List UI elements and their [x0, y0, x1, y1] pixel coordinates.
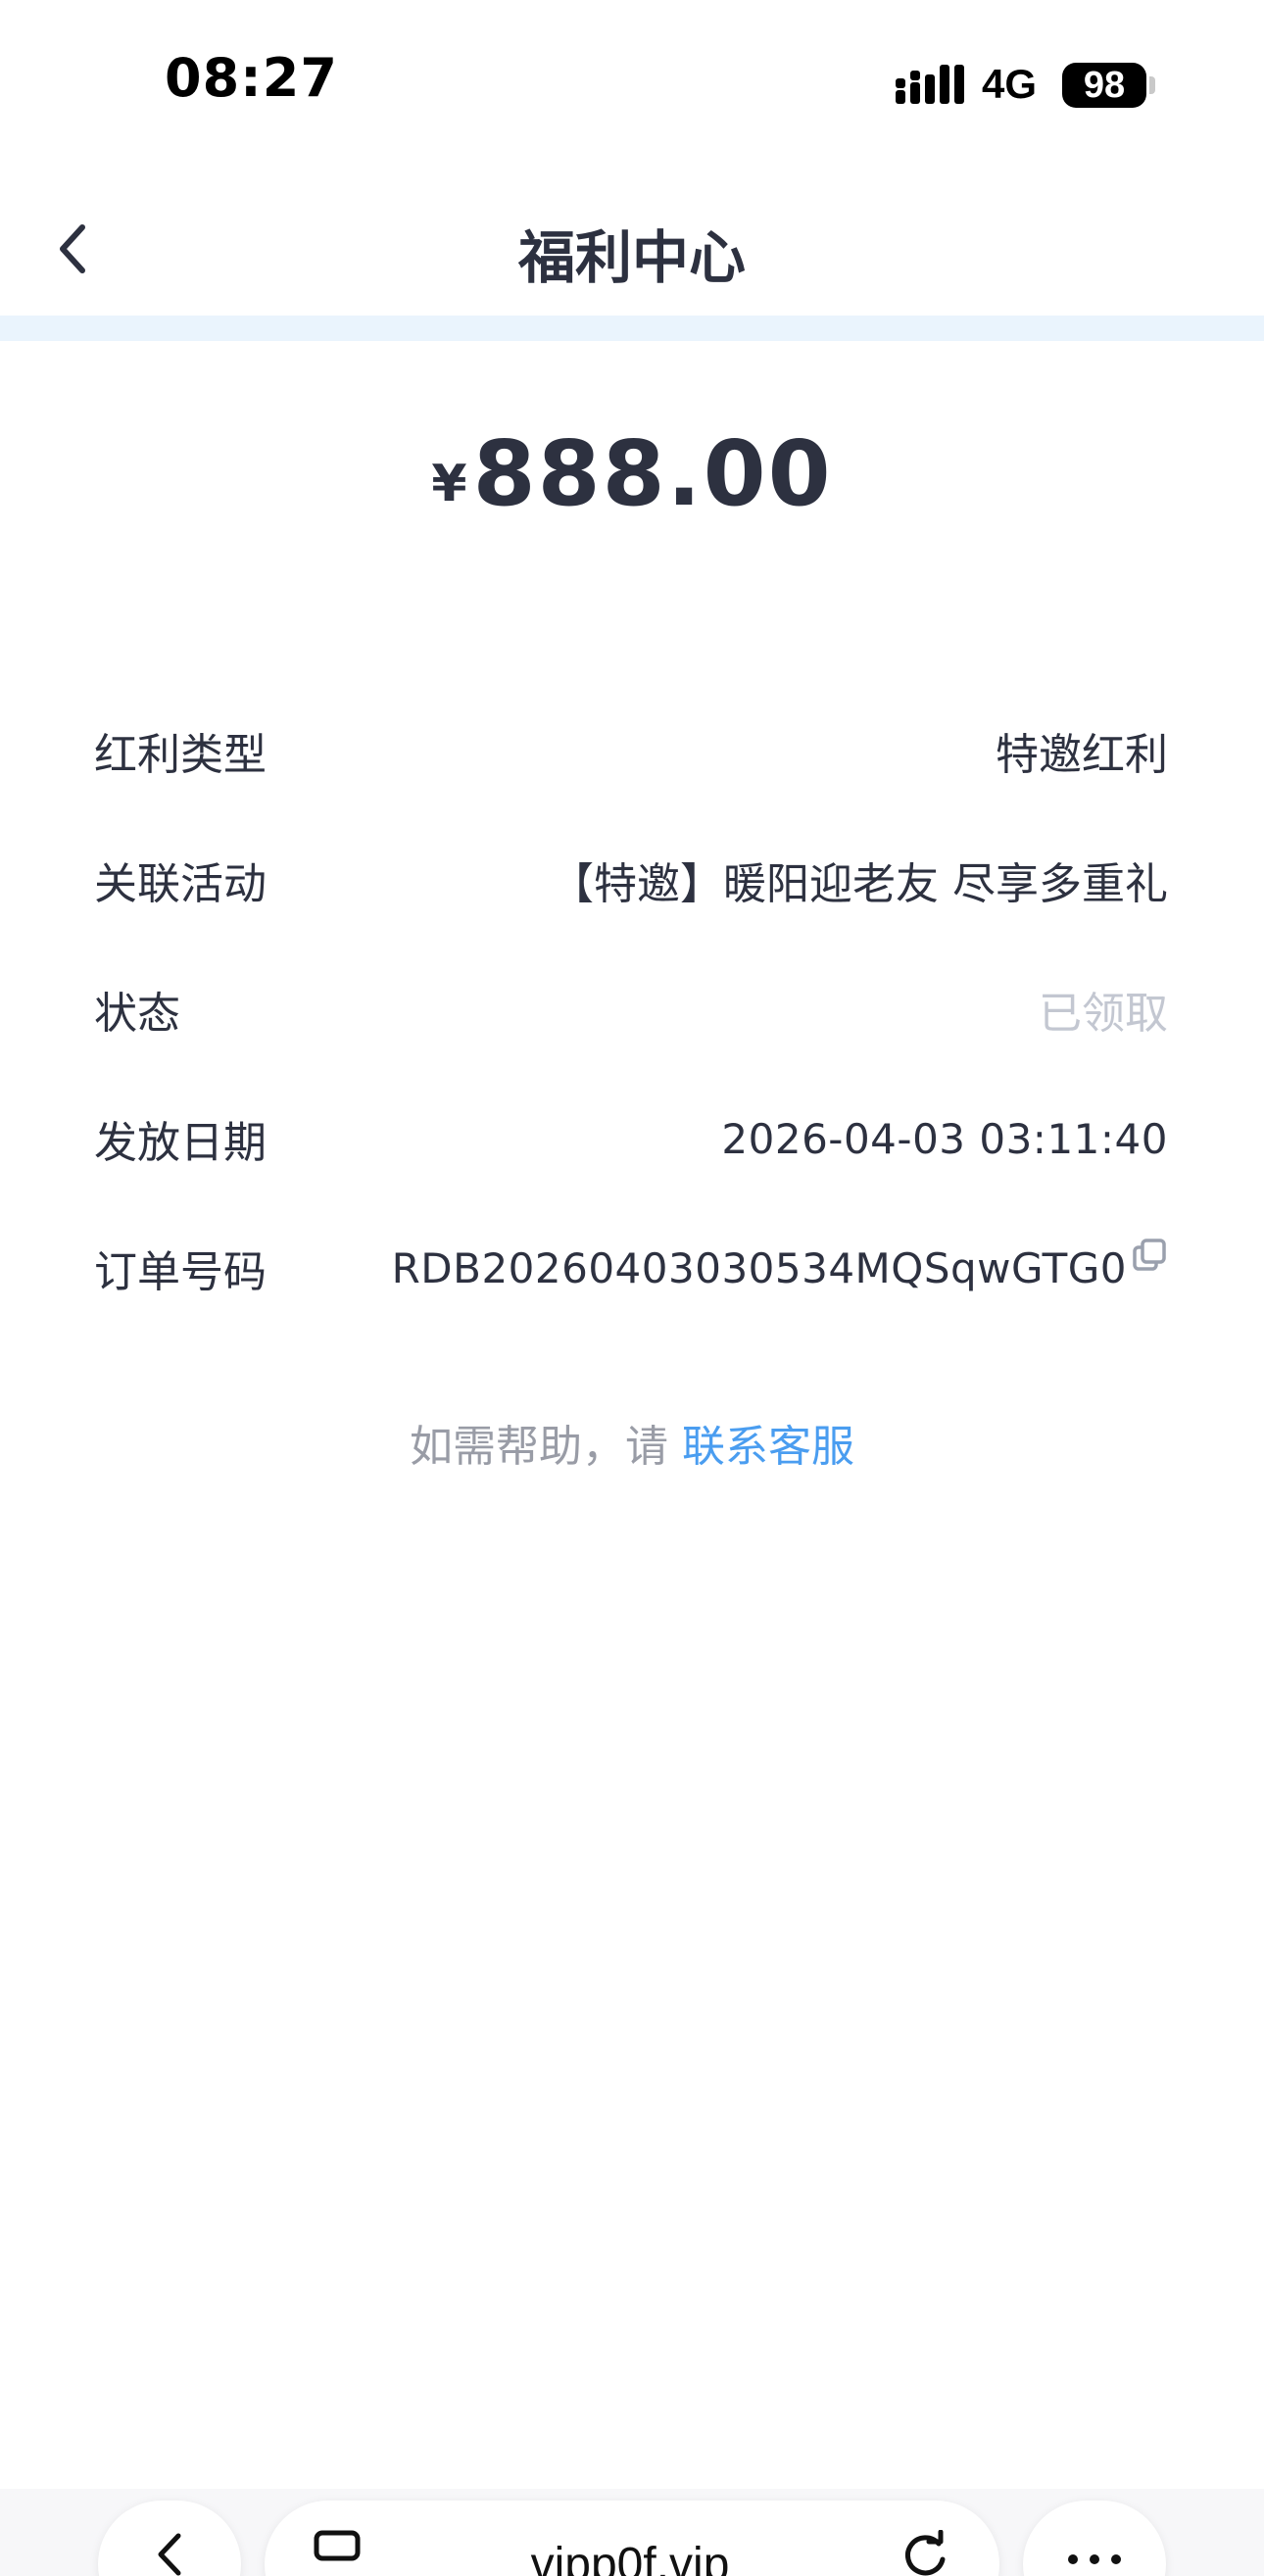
help-text: 如需帮助，请	[410, 1422, 682, 1472]
amount-display: ¥888.00	[0, 421, 1264, 526]
header-divider	[0, 316, 1264, 341]
url-text: vipp0f.vip	[530, 2539, 730, 2576]
detail-row-order-number: 订单号码 RDB20260403030534MQSqwGTG0	[94, 1203, 1168, 1333]
battery-tip	[1149, 76, 1155, 94]
page-title: 福利中心	[517, 224, 746, 291]
detail-value: 特邀红利	[996, 730, 1168, 780]
more-icon	[1068, 2554, 1121, 2564]
copy-icon[interactable]	[1131, 1238, 1168, 1275]
detail-label: 订单号码	[94, 1247, 267, 1297]
bonus-details: 红利类型 特邀红利 关联活动 【特邀】暖阳迎老友 尽享多重礼 状态 已领取 发放…	[94, 686, 1168, 1333]
cellular-signal-icon	[896, 65, 964, 104]
page-header: 福利中心	[0, 186, 1264, 314]
help-line: 如需帮助，请 联系客服	[0, 1411, 1264, 1474]
battery-icon: 98	[1062, 63, 1146, 108]
currency-symbol: ¥	[431, 455, 467, 513]
status-bar: 08:27 4G 98	[0, 0, 1264, 157]
detail-label: 红利类型	[94, 730, 267, 780]
order-number-text: RDB20260403030534MQSqwGTG0	[391, 1243, 1127, 1292]
tabs-icon[interactable]	[314, 2530, 361, 2565]
detail-label: 关联活动	[94, 859, 267, 909]
detail-value: 2026-04-03 03:11:40	[721, 1114, 1168, 1163]
order-number-value: RDB20260403030534MQSqwGTG0	[391, 1239, 1168, 1292]
chevron-left-icon	[158, 2533, 181, 2576]
amount-value: 888.00	[472, 421, 833, 526]
detail-label: 状态	[94, 989, 180, 1039]
detail-row-activity: 关联活动 【特邀】暖阳迎老友 尽享多重礼	[94, 815, 1168, 945]
status-time: 08:27	[165, 47, 338, 109]
detail-row-bonus-type: 红利类型 特邀红利	[94, 686, 1168, 815]
network-type: 4G	[982, 61, 1038, 107]
browser-address-bar[interactable]: vipp0f.vip	[265, 2501, 999, 2576]
detail-label: 发放日期	[94, 1118, 267, 1168]
reload-icon[interactable]	[899, 2530, 950, 2576]
detail-row-status: 状态 已领取	[94, 945, 1168, 1074]
detail-value: 【特邀】暖阳迎老友 尽享多重礼	[551, 859, 1168, 909]
detail-row-date: 发放日期 2026-04-03 03:11:40	[94, 1074, 1168, 1203]
status-value: 已领取	[1039, 989, 1168, 1039]
contact-support-link[interactable]: 联系客服	[682, 1422, 854, 1472]
